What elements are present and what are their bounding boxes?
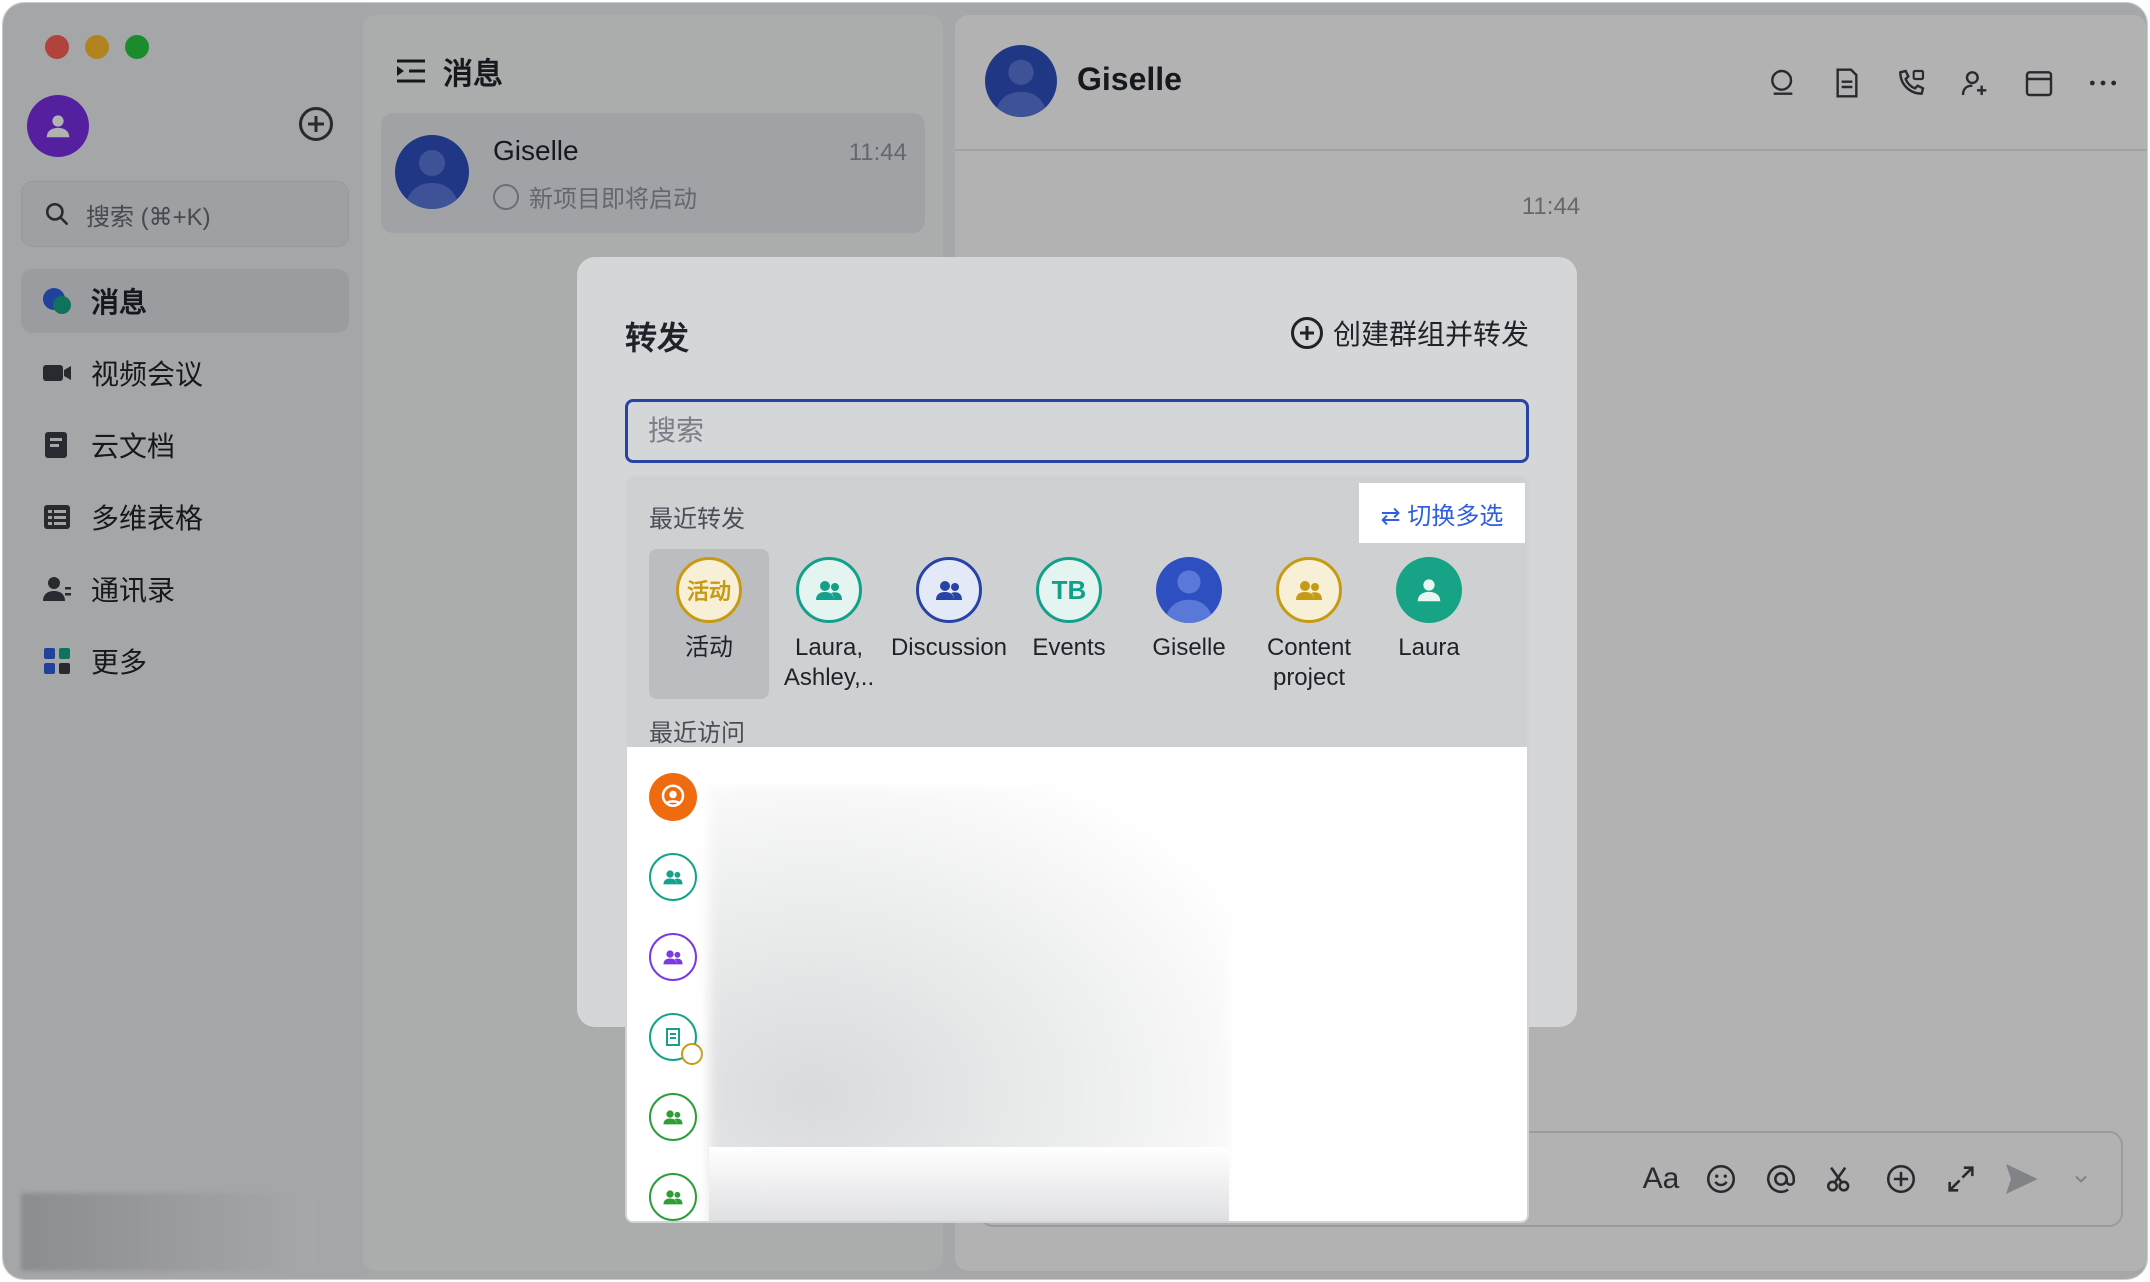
- contact-name: 活动: [685, 634, 733, 661]
- list-item[interactable]: [649, 1013, 703, 1065]
- blurred-names-bottom: [709, 1147, 1229, 1221]
- recent-contact[interactable]: Laura, Ashley,..: [769, 549, 889, 699]
- contact-name: Discussion: [890, 634, 1008, 661]
- create-group-label: 创建群组并转发: [1332, 319, 1529, 350]
- list-item[interactable]: [649, 933, 697, 981]
- location-pin-icon: [661, 784, 685, 807]
- group-icon: [936, 581, 962, 600]
- list-item[interactable]: [649, 773, 697, 821]
- recent-forward-section: 最近转发 ⇄ 切换多选 活动 活动 Laura, Ashley,.. Discu…: [627, 477, 1527, 747]
- list-item[interactable]: [649, 1093, 697, 1141]
- recent-contact[interactable]: Content project: [1249, 549, 1369, 699]
- avatar: [1396, 557, 1462, 623]
- add-circle-icon: [1290, 317, 1323, 349]
- list-item[interactable]: [649, 853, 697, 901]
- group-avatar: TB: [1036, 557, 1102, 623]
- group-icon: [663, 1110, 683, 1125]
- list-item[interactable]: [649, 1173, 697, 1221]
- avatar-text: TB: [1051, 574, 1087, 605]
- contact-name: Giselle: [1152, 634, 1226, 661]
- contact-name: Laura, Ashley,..: [783, 634, 875, 691]
- recent-contact[interactable]: 活动 活动: [649, 549, 769, 699]
- group-icon: [1296, 581, 1322, 600]
- forward-search-input[interactable]: [648, 415, 1526, 447]
- group-avatar: 活动: [676, 557, 742, 623]
- recent-visit-label: 最近访问: [649, 720, 745, 747]
- group-badge-icon: [681, 1043, 703, 1065]
- recent-contact[interactable]: Giselle: [1129, 549, 1249, 699]
- recent-forward-label: 最近转发: [649, 506, 745, 533]
- person-icon: [1417, 579, 1441, 602]
- avatar-text: 活动: [686, 579, 731, 604]
- recent-contact[interactable]: Laura: [1369, 549, 1489, 699]
- avatar: [1156, 557, 1222, 623]
- contact-name: Laura: [1398, 634, 1460, 661]
- forward-search-field[interactable]: [625, 399, 1529, 463]
- group-icon: [663, 1190, 683, 1205]
- recent-visit-list: [627, 747, 1527, 1221]
- create-group-forward-button[interactable]: 创建群组并转发: [1290, 313, 1529, 353]
- recent-contact[interactable]: TB Events: [1009, 549, 1129, 699]
- contact-name: Content project: [1266, 634, 1352, 691]
- doc-group-icon: [666, 1028, 680, 1046]
- group-avatar: [916, 557, 982, 623]
- contact-name: Events: [1032, 634, 1106, 661]
- group-icon: [816, 581, 842, 600]
- group-icon: [663, 870, 683, 885]
- forward-dropdown: 最近转发 ⇄ 切换多选 活动 活动 Laura, Ashley,.. Discu…: [625, 475, 1529, 1223]
- recent-contact[interactable]: Discussion: [889, 549, 1009, 699]
- forward-dialog: 转发 创建群组并转发 最近转发 ⇄ 切换多选 活动 活动: [577, 257, 1577, 1223]
- switch-multiselect-button[interactable]: ⇄ 切换多选: [1359, 483, 1525, 543]
- recent-forward-list: 活动 活动 Laura, Ashley,.. Discussion TB Eve…: [649, 549, 1489, 699]
- app-window: 搜索 (⌘+K) 消息 视频会议 云文档 多维表格 通讯录 更多 消息 Gise…: [2, 2, 2148, 1280]
- dialog-title: 转发: [625, 320, 690, 356]
- group-icon: [663, 950, 683, 965]
- group-avatar: [796, 557, 862, 623]
- group-avatar: [1276, 557, 1342, 623]
